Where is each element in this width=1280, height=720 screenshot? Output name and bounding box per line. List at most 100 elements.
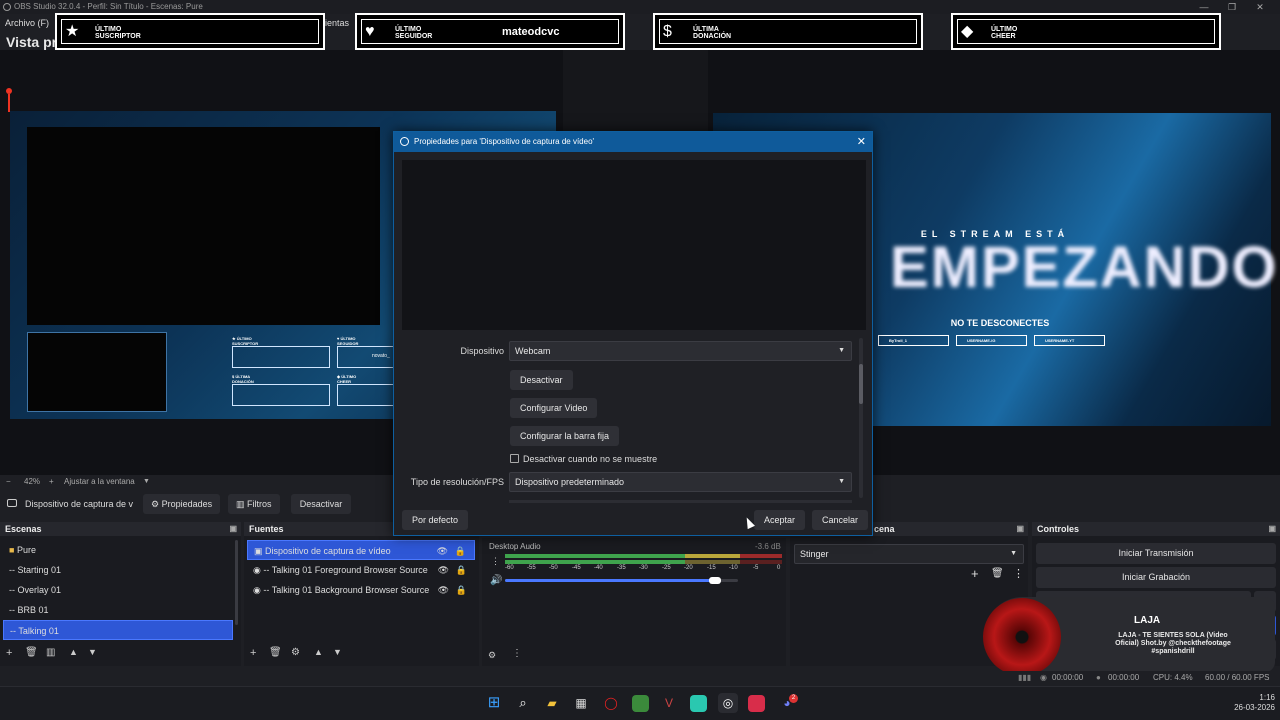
obs-taskbar-icon[interactable]: ◎	[718, 693, 738, 713]
zoom-in-button[interactable]: +	[49, 475, 54, 489]
properties-button[interactable]: ⚙ Propiedades	[143, 494, 221, 514]
source-label: -- Talking 01 Background Browser Source	[263, 585, 430, 595]
close-window-button[interactable]: ✕	[1246, 0, 1274, 14]
deactivate-when-hidden-checkbox[interactable]	[510, 454, 519, 463]
scene-item[interactable]: -- Overlay 01	[3, 580, 233, 600]
scenes-scrollbar[interactable]	[235, 540, 238, 625]
device-select[interactable]: Webcam ▼	[509, 341, 852, 361]
maximize-button[interactable]: ❐	[1218, 0, 1246, 14]
ok-button[interactable]: Aceptar	[754, 510, 806, 530]
transition-select[interactable]: Stinger ▼	[794, 544, 1024, 564]
zoom-level: 42%	[24, 477, 41, 486]
gear-icon[interactable]: ⚙	[291, 647, 300, 658]
discord-badge: 2	[789, 694, 798, 703]
dock-float-icon[interactable]: ▣	[1268, 522, 1276, 536]
scene-item[interactable]: -- Starting 01	[3, 560, 233, 580]
mixer-menu-icon[interactable]: ⋮	[491, 556, 500, 567]
resolution-select[interactable]: Dispositivo predeterminado ▼	[509, 472, 852, 492]
controls-dock-header: Controles ▣	[1032, 522, 1280, 536]
add-source-button[interactable]: +	[250, 647, 256, 659]
mixer-more-icon[interactable]: ⋮	[512, 648, 522, 659]
deactivate-button[interactable]: Desactivar	[510, 370, 573, 390]
mini-label-cheer: ◆ ÚLTIMO CHEER	[337, 374, 397, 406]
minimize-button[interactable]: —	[1190, 0, 1218, 14]
dock-float-icon[interactable]: ▣	[1016, 522, 1024, 536]
mixer-tick: -25	[662, 565, 671, 571]
scene-item-selected[interactable]: -- Talking 01	[3, 620, 233, 640]
opera-icon[interactable]: ◯	[601, 693, 621, 713]
banner-donation: $ ÚLTIMA DONACIÓN	[653, 13, 923, 50]
volume-fill	[505, 579, 715, 582]
filters-button[interactable]: ▥ Filtros	[228, 494, 280, 514]
trash-icon[interactable]: 🗑	[25, 647, 38, 658]
meter-yellow-2	[685, 560, 740, 564]
add-transition-button[interactable]: +	[971, 566, 979, 581]
dollar-icon: $	[663, 23, 672, 40]
system-clock[interactable]: 1:16 26-03-2026	[1225, 693, 1275, 713]
deactivate-source-button[interactable]: Desactivar	[291, 494, 351, 514]
search-icon[interactable]: ⌕	[513, 693, 533, 713]
app-red-icon[interactable]	[748, 695, 765, 712]
eye-icon[interactable]: 👁	[437, 541, 448, 561]
menu-archivo[interactable]: Archivo (F)	[5, 14, 49, 32]
lock-icon[interactable]: 🔒	[456, 560, 467, 580]
start-stream-button[interactable]: Iniciar Transmisión	[1036, 543, 1276, 564]
lock-icon[interactable]: 🔒	[455, 541, 466, 561]
window-titlebar: OBS Studio 32.0.4 - Perfil: Sin Título -…	[0, 0, 1280, 14]
trash-icon[interactable]: 🗑	[991, 568, 1004, 579]
file-explorer-icon[interactable]: ▰	[542, 693, 562, 713]
scene-filters-icon[interactable]: ▥	[46, 647, 55, 658]
source-item[interactable]: ◉ -- Talking 01 Background Browser Sourc…	[247, 580, 475, 600]
start-record-button[interactable]: Iniciar Grabación	[1036, 567, 1276, 588]
scrollbar-thumb[interactable]	[859, 364, 863, 404]
start-menu-icon[interactable]: ⊞	[484, 693, 504, 713]
scene-item[interactable]: -- BRB 01	[3, 600, 233, 620]
menu-herramientas[interactable]: ientas	[325, 14, 349, 32]
mixer-tick: -35	[617, 565, 626, 571]
lock-icon[interactable]: 🔒	[456, 580, 467, 600]
move-down-icon[interactable]: ▼	[333, 647, 342, 657]
mixer-tick: -10	[729, 565, 738, 571]
banner-label: ÚLTIMO CHEER	[991, 26, 1017, 40]
cancel-button[interactable]: Cancelar	[812, 510, 869, 530]
gear-icon[interactable]: ⚙	[488, 650, 496, 661]
mini-label-subscriber: ★ ÚLTIMO SUSCRIPTOR	[232, 336, 330, 368]
dialog-scrollbar[interactable]	[859, 338, 863, 498]
app-icon[interactable]	[690, 695, 707, 712]
social-text: USERNAME-IG	[967, 338, 996, 343]
properties-dialog: Propiedades para 'Dispositivo de captura…	[393, 131, 873, 536]
scene-item[interactable]: ■ Pure	[3, 540, 233, 560]
defaults-button[interactable]: Por defecto	[402, 510, 469, 530]
transition-more-icon[interactable]: ⋮	[1013, 567, 1024, 580]
banner-label-line1: ÚLTIMA	[693, 26, 719, 33]
eye-icon[interactable]: 👁	[438, 560, 449, 580]
mini-label-donation: $ ÚLTIMA DONACIÓN	[232, 374, 330, 406]
move-up-icon[interactable]: ▲	[314, 647, 323, 657]
chevron-down-icon[interactable]: ▼	[143, 475, 150, 489]
stream-status-icon: ◉	[1040, 673, 1047, 682]
add-scene-button[interactable]: +	[6, 647, 12, 659]
zoom-out-button[interactable]: −	[6, 475, 11, 489]
trash-icon[interactable]: 🗑	[269, 647, 282, 658]
configure-video-button[interactable]: Configurar Video	[510, 398, 598, 418]
speaker-icon[interactable]: 🔊	[490, 575, 502, 586]
move-down-icon[interactable]: ▼	[88, 647, 97, 657]
scene-label: -- Starting 01	[9, 565, 62, 575]
editor-icon[interactable]: V	[659, 693, 679, 713]
minecraft-icon[interactable]	[632, 695, 649, 712]
volume-thumb[interactable]	[708, 577, 721, 584]
volume-slider[interactable]	[505, 577, 738, 584]
fit-window-button[interactable]: Ajustar a la ventana	[64, 475, 135, 489]
source-item[interactable]: ◉ -- Talking 01 Foreground Browser Sourc…	[247, 560, 475, 580]
source-item-selected[interactable]: ▣ Dispositivo de captura de vídeo 👁 🔒	[247, 540, 475, 560]
store-icon[interactable]: ▦	[571, 693, 591, 713]
dialog-close-icon[interactable]: ✕	[857, 132, 866, 152]
dock-float-icon[interactable]: ▣	[229, 522, 237, 536]
configure-crossbar-button[interactable]: Configurar la barra fija	[510, 426, 620, 446]
signal-icon: ▮▮▮	[1018, 673, 1032, 682]
mixer-tick: -60	[505, 565, 514, 571]
meter-red-2	[740, 560, 782, 564]
eye-icon[interactable]: 👁	[438, 580, 449, 600]
scenes-title: Escenas	[5, 524, 42, 534]
move-up-icon[interactable]: ▲	[69, 647, 78, 657]
